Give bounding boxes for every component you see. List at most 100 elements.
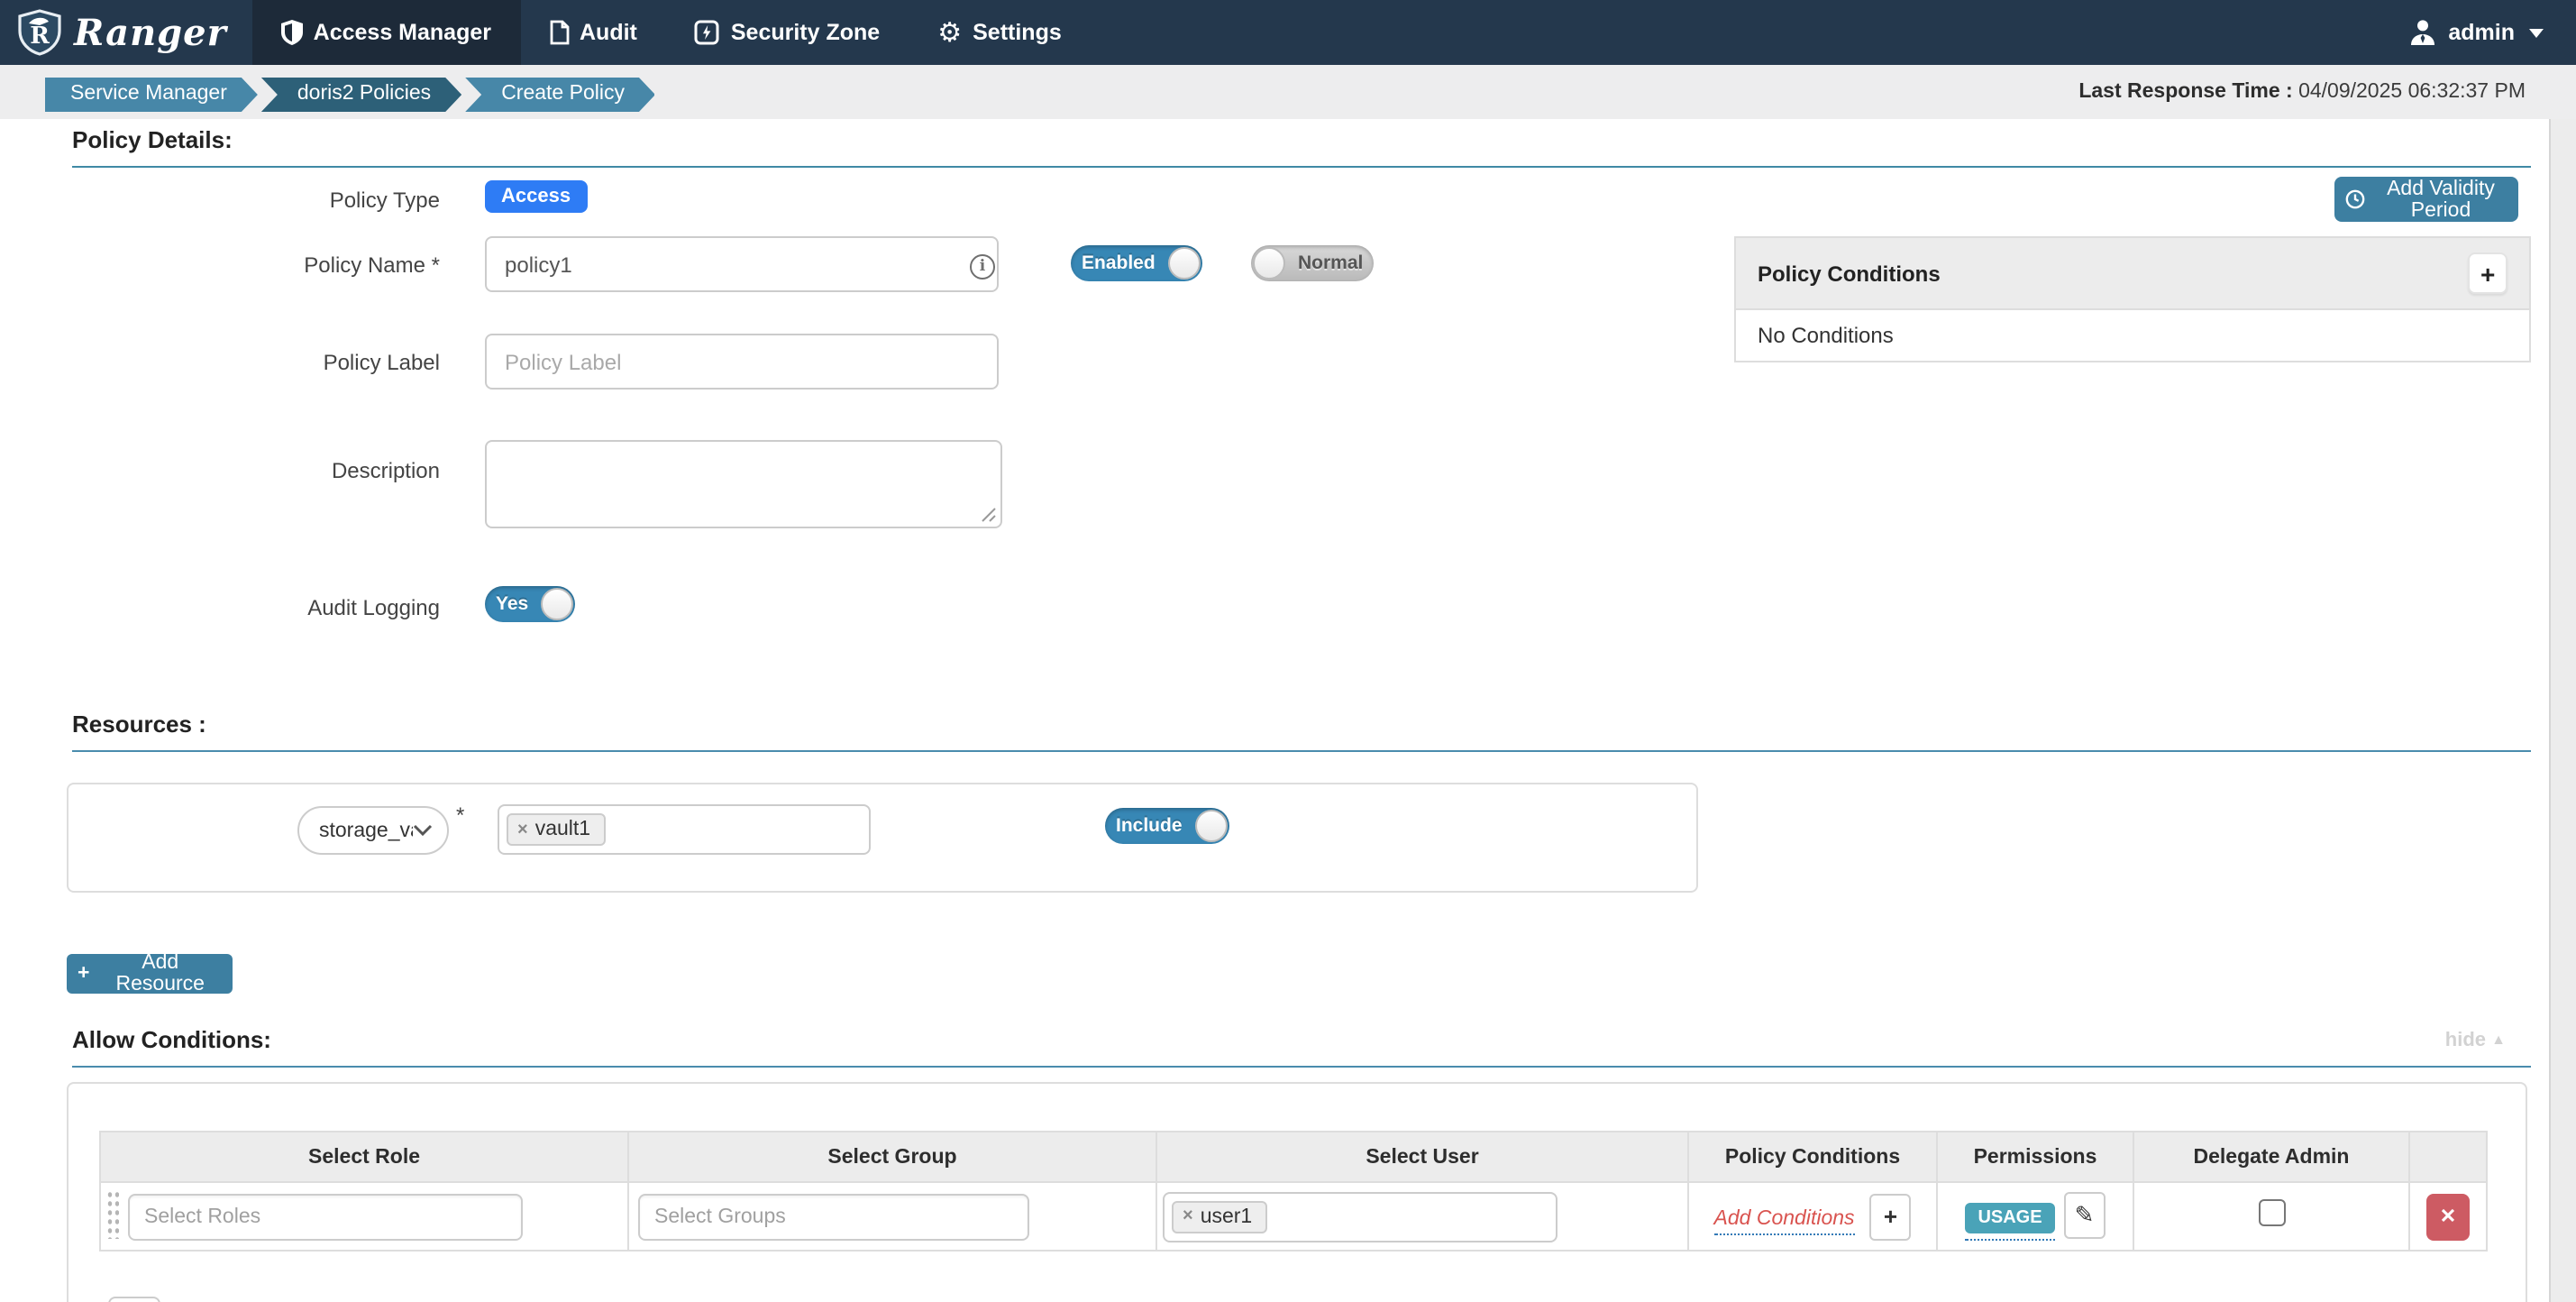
policy-type-label: Policy Type: [72, 188, 440, 213]
resize-grip-icon[interactable]: [979, 505, 997, 523]
include-toggle[interactable]: Include: [1105, 808, 1229, 844]
policy-conditions-panel: Policy Conditions + No Conditions: [1734, 236, 2531, 362]
select-group-cell: [628, 1182, 1156, 1251]
add-resource-button[interactable]: + Add Resource: [67, 954, 233, 994]
collapse-caret-icon: ▲: [2491, 1032, 2506, 1048]
allow-conditions-heading: Allow Conditions: hide ▲: [72, 1026, 2531, 1068]
no-conditions-text: No Conditions: [1758, 323, 1894, 348]
resource-row-panel: storage_va * × vault1 Include: [67, 783, 1698, 893]
svg-text:R: R: [30, 23, 50, 50]
pencil-icon: ✎: [2075, 1201, 2095, 1228]
user-menu[interactable]: admin: [2408, 0, 2576, 65]
col-select-role: Select Role: [100, 1132, 628, 1182]
delegate-admin-cell: [2133, 1182, 2409, 1251]
drag-handle-icon[interactable]: [106, 1190, 119, 1239]
select-roles-input[interactable]: [128, 1193, 523, 1240]
delegate-admin-checkbox[interactable]: [2258, 1198, 2285, 1225]
description-textarea[interactable]: [485, 440, 1002, 528]
toggle-knob: [541, 588, 573, 620]
normal-toggle-label: Normal: [1287, 252, 1374, 274]
breadcrumb-service-manager[interactable]: Service Manager: [45, 78, 258, 112]
hide-label: hide: [2445, 1030, 2486, 1051]
breadcrumb-doris2-policies[interactable]: doris2 Policies: [261, 78, 461, 112]
breadcrumb-band: Service Manager doris2 Policies Create P…: [0, 65, 2576, 119]
policy-type-badge: Access: [485, 180, 587, 213]
col-delegate-admin: Delegate Admin: [2133, 1132, 2409, 1182]
nav-item-audit[interactable]: Audit: [520, 0, 666, 65]
policy-enabled-toggle[interactable]: Enabled: [1071, 245, 1202, 281]
breadcrumb: Service Manager doris2 Policies Create P…: [45, 78, 659, 112]
gear-icon: ⚙: [937, 19, 962, 46]
permissions-cell: USAGE ✎: [1937, 1182, 2133, 1251]
resource-type-select[interactable]: storage_va: [297, 806, 449, 855]
allow-conditions-table: Select Role Select Group Select User Pol…: [99, 1131, 2488, 1252]
enabled-toggle-label: Enabled: [1071, 252, 1166, 274]
add-condition-plus-button[interactable]: +: [1869, 1193, 1911, 1240]
add-validity-period-button[interactable]: Add Validity Period: [2334, 177, 2518, 222]
policy-name-input[interactable]: [485, 236, 999, 292]
audit-logging-toggle[interactable]: Yes: [485, 586, 575, 622]
last-response-label: Last Response Time :: [2078, 81, 2292, 103]
nav-label: Audit: [580, 20, 637, 45]
toggle-knob: [1168, 247, 1201, 280]
user-avatar-icon: [2408, 18, 2437, 47]
add-row-button-partial[interactable]: [108, 1297, 160, 1302]
audit-logging-label: Audit Logging: [72, 595, 440, 620]
select-user-cell: × user1: [1156, 1182, 1688, 1251]
policy-normal-override-toggle[interactable]: Normal: [1251, 245, 1374, 281]
resource-value-tag-input[interactable]: × vault1: [498, 804, 871, 855]
chevron-down-icon: [2529, 28, 2544, 37]
policy-details-heading: Policy Details:: [72, 126, 2531, 168]
toggle-knob: [1253, 247, 1285, 280]
table-row: × user1 Add Conditions + USAGE ✎: [100, 1182, 2487, 1251]
edit-permissions-button[interactable]: ✎: [2064, 1192, 2106, 1239]
actions-cell: ✕: [2409, 1182, 2487, 1251]
col-select-group: Select Group: [628, 1132, 1156, 1182]
nav-label: Security Zone: [731, 20, 880, 45]
delete-row-button[interactable]: ✕: [2426, 1193, 2470, 1240]
col-policy-conditions: Policy Conditions: [1688, 1132, 1937, 1182]
bolt-square-icon: [695, 20, 720, 45]
policy-label-input[interactable]: [485, 334, 999, 390]
vertical-scrollbar[interactable]: [2549, 119, 2576, 1302]
select-user-tag-input[interactable]: × user1: [1163, 1191, 1557, 1242]
select-role-cell: [100, 1182, 628, 1251]
top-navbar: R Ranger Access Manager Audit: [0, 0, 2576, 65]
select-groups-input[interactable]: [638, 1193, 1029, 1240]
add-validity-period-label: Add Validity Period: [2374, 178, 2507, 221]
allow-conditions-title: Allow Conditions:: [72, 1026, 271, 1053]
nav-label: Access Manager: [314, 20, 491, 45]
plus-icon: +: [78, 963, 89, 985]
allow-conditions-panel: Select Role Select Group Select User Pol…: [67, 1082, 2527, 1302]
shield-icon: [281, 20, 303, 45]
usage-permission-badge: USAGE: [1965, 1203, 2054, 1233]
policy-conditions-body: No Conditions: [1734, 310, 2531, 362]
ranger-shield-logo-icon: R: [18, 9, 61, 56]
add-conditions-link[interactable]: Add Conditions: [1714, 1207, 1855, 1234]
breadcrumb-create-policy[interactable]: Create Policy: [465, 78, 655, 112]
col-actions: [2409, 1132, 2487, 1182]
ranger-brand[interactable]: R Ranger: [0, 0, 252, 65]
chip-label: user1: [1201, 1206, 1253, 1227]
clock-icon: [2345, 189, 2365, 209]
hide-section-link[interactable]: hide ▲: [2445, 1030, 2506, 1051]
policy-conditions-cell: Add Conditions +: [1688, 1182, 1937, 1251]
audit-logging-value: Yes: [485, 593, 539, 615]
nav-label: Settings: [973, 20, 1062, 45]
nav-item-security-zone[interactable]: Security Zone: [666, 0, 909, 65]
file-icon: [549, 20, 569, 45]
username: admin: [2448, 20, 2515, 45]
nav-item-settings[interactable]: ⚙ Settings: [909, 0, 1091, 65]
nav-item-access-manager[interactable]: Access Manager: [252, 0, 520, 65]
chip-remove-icon[interactable]: ×: [1183, 1206, 1193, 1226]
add-policy-condition-button[interactable]: +: [2468, 252, 2507, 294]
description-label: Description: [72, 458, 440, 483]
chip-remove-icon[interactable]: ×: [517, 820, 528, 839]
last-response-value: 04/09/2025 06:32:37 PM: [2298, 81, 2526, 103]
chevron-down-icon: [413, 824, 433, 837]
user-tag-chip: × user1: [1172, 1200, 1266, 1233]
info-icon: i: [970, 254, 995, 280]
brand-name: Ranger: [74, 11, 227, 54]
table-header-row: Select Role Select Group Select User Pol…: [100, 1132, 2487, 1182]
col-permissions: Permissions: [1937, 1132, 2133, 1182]
